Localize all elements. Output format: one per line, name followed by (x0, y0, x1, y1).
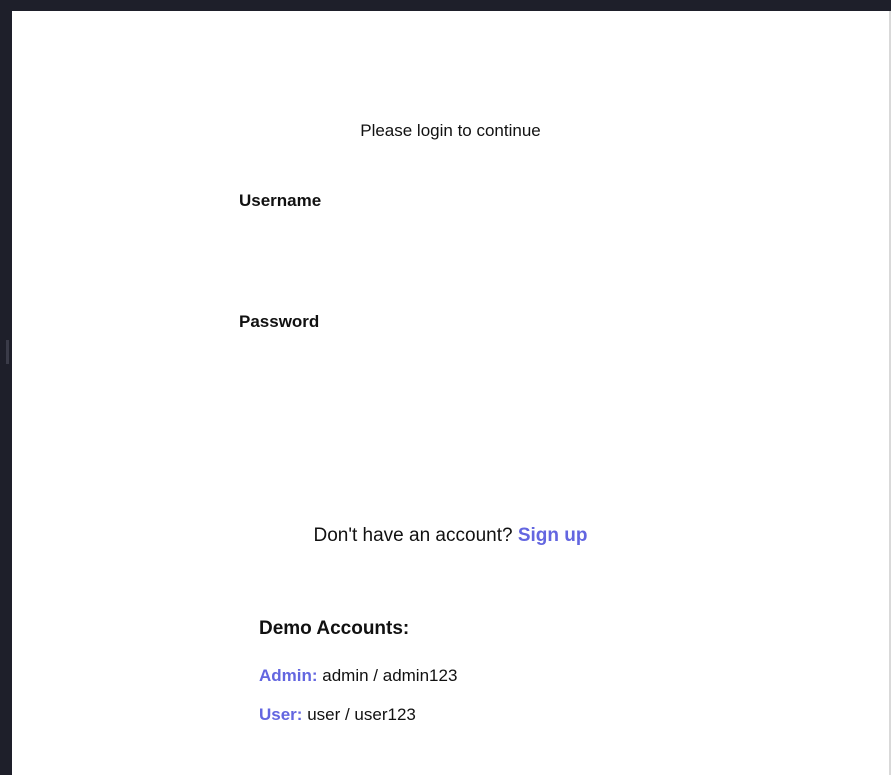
signup-link[interactable]: Sign up (518, 525, 588, 546)
username-input[interactable] (239, 229, 659, 267)
username-label: Username (239, 191, 322, 210)
demo-role-label: Admin: (259, 666, 318, 685)
login-subtitle: Please login to continue (360, 121, 541, 140)
demo-account-admin: Admin: admin / admin123 (259, 666, 659, 687)
demo-credentials: admin / admin123 (317, 666, 458, 685)
password-input[interactable] (239, 350, 659, 388)
login-button[interactable] (239, 421, 659, 463)
signup-row: Don't have an account? Sign up (12, 525, 889, 547)
demo-account-user: User: user / user123 (259, 705, 659, 726)
password-label: Password (239, 312, 320, 331)
signup-prompt: Don't have an account? (313, 525, 518, 546)
demo-accounts-box: Demo Accounts: Admin: admin / admin123 U… (259, 618, 659, 744)
window-top-bar (0, 0, 891, 11)
resize-handle[interactable] (6, 340, 9, 364)
demo-accounts-title: Demo Accounts: (259, 618, 410, 639)
demo-credentials: user / user123 (302, 705, 416, 724)
login-page: Please login to continue Username Passwo… (12, 11, 889, 775)
demo-role-label: User: (259, 705, 303, 724)
